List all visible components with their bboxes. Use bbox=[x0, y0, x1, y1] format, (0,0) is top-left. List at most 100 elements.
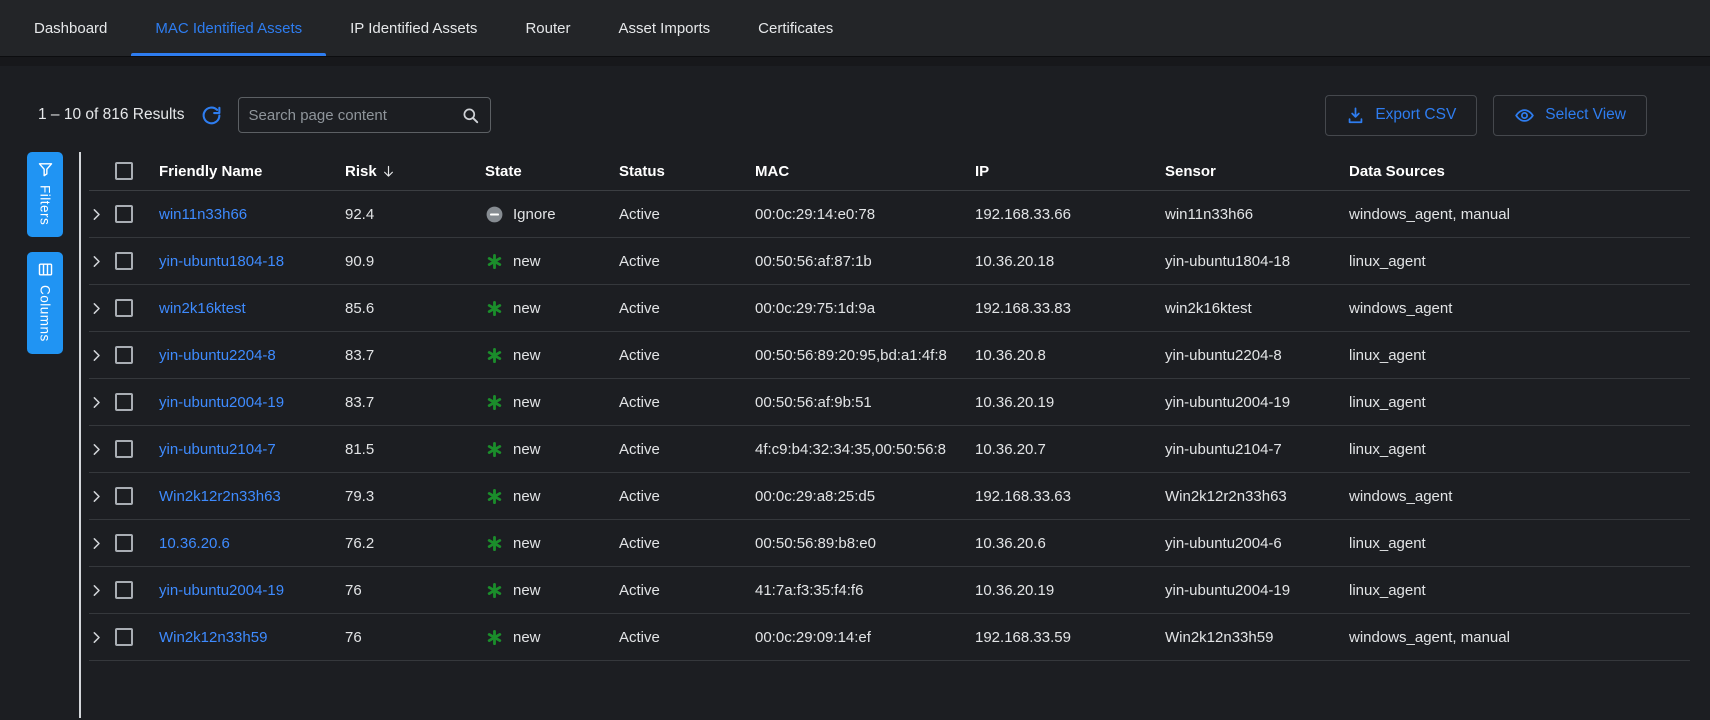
table-row: Win2k12n33h59 76 new Active 00:0c:29:09:… bbox=[89, 614, 1690, 661]
tab-certificates[interactable]: Certificates bbox=[734, 0, 857, 56]
asset-name-link[interactable]: Win2k12r2n33h63 bbox=[159, 488, 345, 505]
mac-value: 00:50:56:89:b8:e0 bbox=[755, 535, 975, 552]
asset-name-link[interactable]: 10.36.20.6 bbox=[159, 535, 345, 552]
search-icon[interactable] bbox=[461, 106, 480, 125]
header-friendly-name[interactable]: Friendly Name bbox=[159, 163, 345, 180]
ip-value: 10.36.20.7 bbox=[975, 441, 1165, 458]
sensor-value: win11n33h66 bbox=[1165, 206, 1349, 223]
state-label: new bbox=[513, 535, 541, 552]
data-sources-value: linux_agent bbox=[1349, 394, 1690, 411]
select-all-checkbox[interactable] bbox=[115, 162, 133, 180]
search-input[interactable] bbox=[249, 107, 461, 124]
expand-chevron-icon[interactable] bbox=[89, 348, 115, 363]
expand-chevron-icon[interactable] bbox=[89, 536, 115, 551]
top-navigation: Dashboard MAC Identified Assets IP Ident… bbox=[0, 0, 1710, 57]
asset-name-link[interactable]: win11n33h66 bbox=[159, 206, 345, 223]
tab-mac-identified-assets[interactable]: MAC Identified Assets bbox=[131, 0, 326, 56]
data-sources-value: windows_agent bbox=[1349, 300, 1690, 317]
row-checkbox[interactable] bbox=[115, 205, 133, 223]
ip-value: 192.168.33.59 bbox=[975, 629, 1165, 646]
new-state-icon bbox=[485, 487, 504, 506]
table-row: yin-ubuntu2004-19 76 new Active 41:7a:f3… bbox=[89, 567, 1690, 614]
asset-name-link[interactable]: yin-ubuntu2004-19 bbox=[159, 582, 345, 599]
data-sources-value: windows_agent, manual bbox=[1349, 206, 1690, 223]
select-view-button[interactable]: Select View bbox=[1493, 95, 1647, 136]
assets-table: Friendly Name Risk State Status MAC IP S… bbox=[89, 152, 1690, 661]
asset-name-link[interactable]: yin-ubuntu2104-7 bbox=[159, 441, 345, 458]
sensor-value: yin-ubuntu2204-8 bbox=[1165, 347, 1349, 364]
expand-chevron-icon[interactable] bbox=[89, 630, 115, 645]
asset-name-link[interactable]: Win2k12n33h59 bbox=[159, 629, 345, 646]
export-csv-label: Export CSV bbox=[1375, 106, 1456, 124]
new-state-icon bbox=[485, 346, 504, 365]
asset-name-link[interactable]: yin-ubuntu1804-18 bbox=[159, 253, 345, 270]
state-cell: new bbox=[485, 581, 619, 600]
sensor-value: win2k16ktest bbox=[1165, 300, 1349, 317]
tab-router[interactable]: Router bbox=[501, 0, 594, 56]
state-cell: new bbox=[485, 252, 619, 271]
data-sources-value: linux_agent bbox=[1349, 582, 1690, 599]
ip-value: 10.36.20.19 bbox=[975, 394, 1165, 411]
filters-tab[interactable]: Filters bbox=[27, 152, 63, 237]
export-csv-button[interactable]: Export CSV bbox=[1325, 95, 1477, 136]
row-checkbox[interactable] bbox=[115, 299, 133, 317]
header-sensor[interactable]: Sensor bbox=[1165, 163, 1349, 180]
asset-name-link[interactable]: win2k16ktest bbox=[159, 300, 345, 317]
row-checkbox[interactable] bbox=[115, 581, 133, 599]
header-data-sources[interactable]: Data Sources bbox=[1349, 163, 1690, 180]
ip-value: 10.36.20.8 bbox=[975, 347, 1165, 364]
expand-chevron-icon[interactable] bbox=[89, 489, 115, 504]
row-checkbox[interactable] bbox=[115, 487, 133, 505]
new-state-icon bbox=[485, 628, 504, 647]
expand-chevron-icon[interactable] bbox=[89, 207, 115, 222]
table-row: win2k16ktest 85.6 new Active 00:0c:29:75… bbox=[89, 285, 1690, 332]
status-value: Active bbox=[619, 582, 755, 599]
tab-asset-imports[interactable]: Asset Imports bbox=[594, 0, 734, 56]
columns-tab[interactable]: Columns bbox=[27, 252, 63, 354]
expand-chevron-icon[interactable] bbox=[89, 301, 115, 316]
ip-value: 10.36.20.19 bbox=[975, 582, 1165, 599]
data-sources-value: windows_agent, manual bbox=[1349, 629, 1690, 646]
state-label: new bbox=[513, 441, 541, 458]
expand-chevron-icon[interactable] bbox=[89, 583, 115, 598]
row-checkbox[interactable] bbox=[115, 534, 133, 552]
header-risk[interactable]: Risk bbox=[345, 163, 485, 180]
table-header-row: Friendly Name Risk State Status MAC IP S… bbox=[89, 152, 1690, 191]
columns-tab-label: Columns bbox=[38, 285, 53, 342]
risk-value: 79.3 bbox=[345, 488, 485, 505]
risk-value: 83.7 bbox=[345, 347, 485, 364]
data-sources-value: linux_agent bbox=[1349, 347, 1690, 364]
header-status[interactable]: Status bbox=[619, 163, 755, 180]
row-checkbox[interactable] bbox=[115, 628, 133, 646]
risk-value: 83.7 bbox=[345, 394, 485, 411]
expand-chevron-icon[interactable] bbox=[89, 395, 115, 410]
asset-name-link[interactable]: yin-ubuntu2004-19 bbox=[159, 394, 345, 411]
row-checkbox[interactable] bbox=[115, 346, 133, 364]
row-checkbox[interactable] bbox=[115, 252, 133, 270]
filters-tab-label: Filters bbox=[38, 185, 53, 225]
state-label: Ignore bbox=[513, 206, 556, 223]
tab-dashboard[interactable]: Dashboard bbox=[10, 0, 131, 56]
tab-ip-identified-assets[interactable]: IP Identified Assets bbox=[326, 0, 501, 56]
row-checkbox[interactable] bbox=[115, 393, 133, 411]
mac-value: 00:0c:29:a8:25:d5 bbox=[755, 488, 975, 505]
eye-icon bbox=[1514, 105, 1535, 126]
asset-name-link[interactable]: yin-ubuntu2204-8 bbox=[159, 347, 345, 364]
risk-value: 76 bbox=[345, 582, 485, 599]
expand-chevron-icon[interactable] bbox=[89, 254, 115, 269]
results-count: 1 – 10 of 816 Results bbox=[38, 106, 185, 124]
state-cell: new bbox=[485, 487, 619, 506]
ip-value: 192.168.33.83 bbox=[975, 300, 1165, 317]
new-state-icon bbox=[485, 393, 504, 412]
state-label: new bbox=[513, 629, 541, 646]
state-label: new bbox=[513, 488, 541, 505]
header-ip[interactable]: IP bbox=[975, 163, 1165, 180]
expand-chevron-icon[interactable] bbox=[89, 442, 115, 457]
refresh-icon[interactable] bbox=[201, 105, 222, 126]
sensor-value: yin-ubuntu2104-7 bbox=[1165, 441, 1349, 458]
header-state[interactable]: State bbox=[485, 163, 619, 180]
row-checkbox[interactable] bbox=[115, 440, 133, 458]
mac-value: 00:50:56:af:87:1b bbox=[755, 253, 975, 270]
header-mac[interactable]: MAC bbox=[755, 163, 975, 180]
nav-divider bbox=[0, 57, 1710, 66]
